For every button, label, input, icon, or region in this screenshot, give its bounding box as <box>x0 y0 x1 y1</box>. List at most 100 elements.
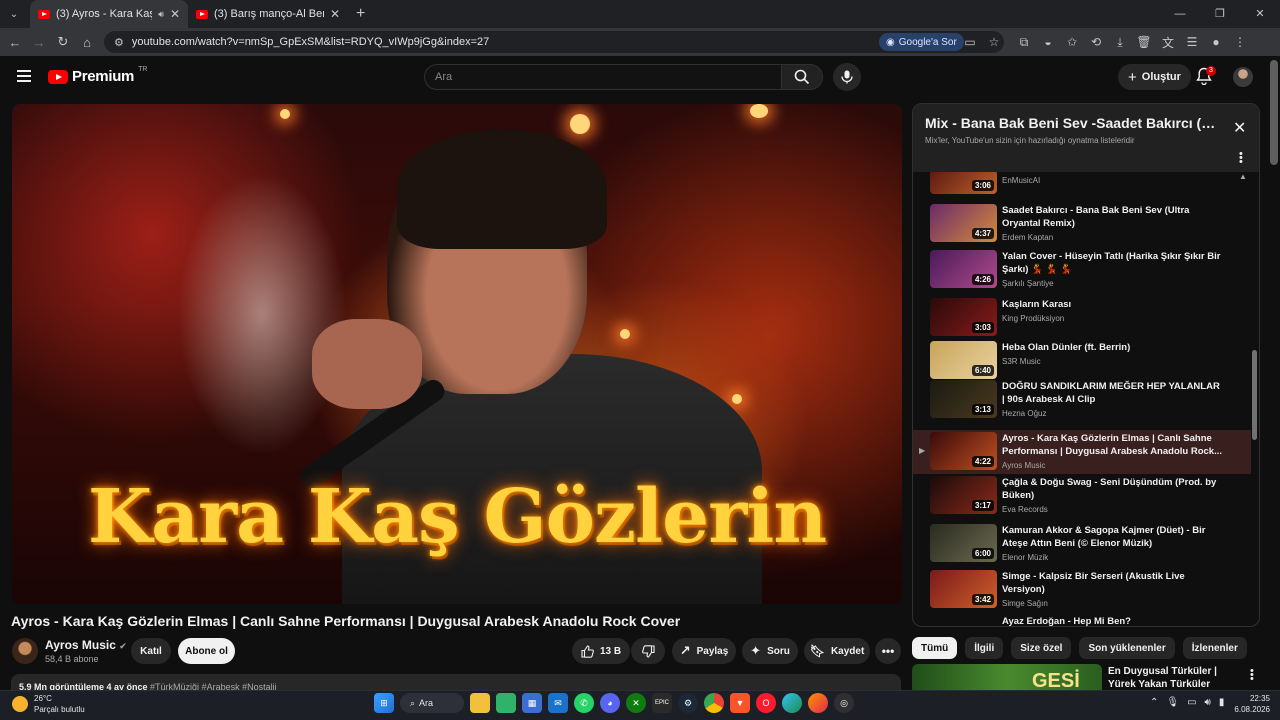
menu-hamburger-icon[interactable] <box>17 70 31 85</box>
epic-games-icon[interactable]: EPIC <box>652 693 672 713</box>
back-icon[interactable]: ← <box>3 35 27 50</box>
trash-icon[interactable]: 🗑︎ <box>1132 35 1156 49</box>
start-windows-icon[interactable]: ⊞ <box>374 693 394 713</box>
playlist-item-thumbnail[interactable]: 4:26 <box>930 250 997 288</box>
tab-list-icon[interactable]: ☰ <box>1180 35 1204 49</box>
bookmark-star-icon[interactable]: ☆ <box>982 35 1006 49</box>
network-icon[interactable]: ▭ <box>1187 697 1196 708</box>
site-info-icon[interactable]: ⚙ <box>114 36 124 49</box>
close-window-icon[interactable]: ✕ <box>1240 0 1280 28</box>
extensions-icon[interactable]: ⧉ <box>1012 35 1036 50</box>
microphone-tray-icon[interactable]: 🎙︎ <box>1166 697 1179 708</box>
recommendation-title[interactable]: En Duygusal Türküler | Yürek Yakan Türkü… <box>1108 665 1238 691</box>
file-explorer-icon[interactable] <box>470 693 490 713</box>
playlist-item[interactable]: 4:37 Saadet Bakırcı - Bana Bak Beni Sev (… <box>913 202 1251 248</box>
recommendation-menu-icon[interactable]: • • • <box>1250 666 1254 685</box>
playlist-item-thumbnail[interactable]: 4:22 <box>930 432 997 470</box>
share-button[interactable]: ↗︎ Paylaş <box>672 638 736 664</box>
address-bar[interactable]: ⚙ youtube.com/watch?v=nmSp_GpExSM&list=R… <box>104 31 1004 53</box>
playlist-item[interactable]: 4:26 Yalan Cover - Hüseyin Tatlı (Harika … <box>913 248 1251 294</box>
playlist-item-thumbnail[interactable]: 3:06 <box>930 172 997 194</box>
video-player[interactable]: Kara Kaş Gözlerin <box>12 104 902 604</box>
chip-recent[interactable]: Son yüklenenler <box>1079 637 1175 659</box>
subscribe-button[interactable]: Abone ol <box>178 638 235 664</box>
playlist-item-thumbnail[interactable]: 3:17 <box>930 476 997 514</box>
chip-related[interactable]: İlgili <box>965 637 1004 659</box>
close-playlist-icon[interactable]: ✕ <box>1233 118 1246 138</box>
battery-icon[interactable]: ▮ <box>1219 697 1225 708</box>
new-tab-icon[interactable]: + <box>356 5 365 23</box>
obs-icon[interactable]: ◎ <box>834 693 854 713</box>
favorites-icon[interactable]: ✩ <box>1060 35 1084 49</box>
playlist-item[interactable]: 3:17 Çağla & Doğu Swag - Seni Düşündüm (P… <box>913 474 1251 520</box>
chip-for-you[interactable]: Size özel <box>1011 637 1072 659</box>
like-button[interactable]: 13 B <box>572 638 630 664</box>
playlist-item[interactable]: 3:13 DOĞRU SANDIKLARIM MEĞER HEP YALANLAR… <box>913 378 1251 426</box>
history-icon[interactable]: ⟲ <box>1084 35 1108 49</box>
playlist-item-thumbnail[interactable]: 3:13 <box>930 380 997 418</box>
chrome-icon[interactable] <box>704 693 724 713</box>
edge-icon[interactable] <box>782 693 802 713</box>
ask-button[interactable]: ✦ Soru <box>742 638 798 664</box>
chip-watched[interactable]: İzlenenler <box>1182 637 1247 659</box>
playlist-item[interactable]: 3:42 Simge - Kalpsiz Bir Serseri (Akustik… <box>913 568 1251 611</box>
widgets-icon[interactable] <box>496 693 516 713</box>
tab-search-button[interactable]: ⌄ <box>4 4 24 24</box>
playlist-item-thumbnail[interactable]: 6:40 <box>930 341 997 379</box>
steam-icon[interactable]: ⚙ <box>678 693 698 713</box>
playlist-item-thumbnail[interactable]: 6:00 <box>930 524 997 562</box>
home-icon[interactable]: ⌂ <box>75 35 99 50</box>
chip-all[interactable]: Tümü <box>912 637 958 659</box>
user-avatar[interactable] <box>1233 67 1253 87</box>
page-scrollbar[interactable] <box>1270 60 1278 165</box>
discord-icon[interactable]: ◕ <box>600 693 620 713</box>
tab-active[interactable]: (3) Ayros - Kara Kaş Gözleri 🔊︎ ✕ <box>30 0 188 28</box>
youtube-logo[interactable]: Premium TR <box>48 66 147 85</box>
incognito-icon[interactable]: ◒ <box>1036 35 1060 49</box>
maximize-icon[interactable]: ❐ <box>1200 0 1240 28</box>
reload-icon[interactable]: ↻ <box>51 34 75 50</box>
google-ask-button[interactable]: ◉ Google'a Sor <box>879 33 964 51</box>
weather-widget[interactable]: 26°C Parçalı bulutlu <box>12 693 85 715</box>
store-icon[interactable]: ▦ <box>522 693 542 713</box>
search-input[interactable]: Ara <box>424 64 782 90</box>
minimize-icon[interactable]: — <box>1160 0 1200 28</box>
menu-icon[interactable]: ⋮ <box>1228 35 1252 49</box>
playlist-item-thumbnail[interactable]: 4:37 <box>930 204 997 242</box>
close-tab-icon[interactable]: ✕ <box>170 7 180 21</box>
join-button[interactable]: Katıl <box>131 638 171 664</box>
voice-search-button[interactable] <box>833 63 861 91</box>
speaker-icon[interactable]: 🔊︎ <box>158 9 164 20</box>
search-button[interactable] <box>781 64 823 90</box>
download-icon[interactable]: ⤓ <box>1108 35 1132 50</box>
create-button[interactable]: + Oluştur <box>1118 64 1191 90</box>
playlist-item-thumbnail[interactable]: 3:03 <box>930 298 997 336</box>
brave-icon[interactable]: ▼ <box>730 693 750 713</box>
playlist-menu-icon[interactable]: • • • <box>1239 149 1243 168</box>
firefox-icon[interactable] <box>808 693 828 713</box>
tray-chevron-icon[interactable]: ⌃ <box>1150 697 1158 708</box>
playlist-title[interactable]: Mix - Bana Bak Beni Sev -Saadet Bakırcı … <box>925 115 1225 131</box>
playlist-item[interactable]: 6:40 Heba Olan Dünler (ft. Berrin) S3R Mus… <box>913 339 1251 382</box>
playlist-item[interactable]: ▶ 4:22 Ayros - Kara Kaş Gözlerin Elmas | C… <box>913 430 1251 474</box>
whatsapp-icon[interactable]: ✆ <box>574 693 594 713</box>
playlist-item-thumbnail[interactable]: 3:42 <box>930 570 997 608</box>
volume-icon[interactable]: 🔊︎ <box>1205 697 1211 708</box>
profile-icon[interactable]: ● <box>1204 35 1228 49</box>
translate-icon[interactable]: 文 <box>1156 34 1180 51</box>
outlook-icon[interactable]: ✉ <box>548 693 568 713</box>
channel-avatar[interactable] <box>12 638 38 664</box>
close-tab-icon[interactable]: ✕ <box>330 7 340 21</box>
opera-icon[interactable]: O <box>756 693 776 713</box>
tab-inactive[interactable]: (3) Barış manço-Al Beni - YouTu ✕ <box>188 0 348 28</box>
playlist-item[interactable]: Ayaz Erdoğan - Hep Mi Ben? <box>913 613 1251 626</box>
clock[interactable]: 22:35 6.08.2026 <box>1226 693 1270 715</box>
playlist-scrollbar[interactable] <box>1252 350 1257 440</box>
playlist-item[interactable]: 3:03 Kaşların Karası King Prodüksiyon <box>913 296 1251 339</box>
channel-name[interactable]: Ayros Music ✔︎ <box>45 638 127 652</box>
save-button[interactable]: 🔖︎ Kaydet <box>804 638 870 664</box>
playlist-item[interactable]: 6:00 Kamuran Akkor & Sagopa Kajmer (Düet)… <box>913 522 1251 568</box>
taskbar-search[interactable]: ⌕ Ara <box>400 693 464 713</box>
more-actions-button[interactable]: ••• <box>875 638 901 664</box>
cast-icon[interactable]: ▭ <box>958 35 982 49</box>
